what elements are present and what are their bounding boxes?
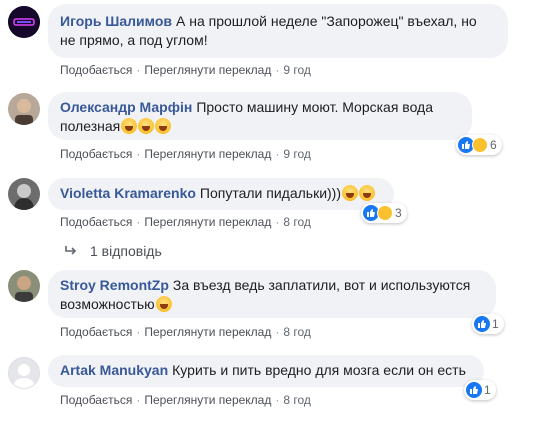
comment-time[interactable]: 8 год [283,325,311,339]
comment-text: не прямо, а под углом! [60,32,208,48]
grinning-emoji-icon [155,296,172,312]
reaction-count: 6 [490,138,497,152]
comment-bubble: Олександр Марфін Просто машину моют. Морс… [48,92,472,140]
comment-text: А на прошлой неделе "Запорожец" въехал, … [176,13,477,29]
like-button[interactable]: Подобається [60,147,132,161]
separator: · [275,147,280,161]
see-translation-link[interactable]: Переглянути переклад [144,393,271,407]
comment-time[interactable]: 9 год [283,63,311,77]
like-button[interactable]: Подобається [60,393,132,407]
see-translation-link[interactable]: Переглянути переклад [144,215,271,229]
like-button[interactable]: Подобається [60,215,132,229]
separator: · [275,215,280,229]
comment-time[interactable]: 8 год [283,393,311,407]
reaction-count: 3 [395,206,402,220]
comment-actions: Подобається · Переглянути переклад · 9 год [60,62,311,78]
avatar-woman-photo-icon [8,178,40,210]
like-reaction-icon [474,316,490,332]
see-translation-link[interactable]: Переглянути переклад [144,325,271,339]
reaction-summary[interactable]: 3 [361,203,407,223]
comment-actions: Подобається · Переглянути переклад · 8 год [60,214,311,230]
comment-actions: Подобається · Переглянути переклад · 8 год [60,324,311,340]
separator: · [136,147,141,161]
laughing-emoji-icon [121,118,138,134]
comment-bubble: Stroy RemontZp За въезд ведь заплатили, в… [48,270,496,318]
comment-text: Просто машину моют. Морская вода [196,99,434,115]
laughing-emoji-icon [155,118,172,134]
reaction-count: 1 [492,317,499,331]
comment-text: Курить и пить вредно для мозга если он е… [172,362,466,378]
view-replies-link[interactable]: 1 відповідь [64,243,162,259]
avatar-man-photo-icon [8,270,40,302]
separator: · [136,325,141,339]
separator: · [136,63,141,77]
comment-author[interactable]: Violetta Kramarenko [60,185,196,201]
like-reaction-icon [466,382,482,398]
reaction-summary[interactable]: 1 [464,380,496,400]
laughing-emoji-icon [138,118,155,134]
avatar[interactable] [8,270,40,302]
comment-author[interactable]: Artak Manukyan [60,362,168,378]
haha-reaction-icon [377,205,393,221]
avatar[interactable] [8,6,40,38]
reaction-summary[interactable]: 6 [456,135,502,155]
comment-text: полезная [60,118,121,134]
default-avatar-icon [13,364,35,388]
avatar-neon-logo-icon [8,6,40,38]
comment-text: За въезд ведь заплатили, вот и использую… [172,277,471,293]
avatar[interactable] [8,357,40,389]
see-translation-link[interactable]: Переглянути переклад [144,147,271,161]
comment-text: Попутали пидальки))) [199,185,342,201]
comment-author[interactable]: Stroy RemontZp [60,277,169,293]
rofl-emoji-icon [359,185,376,201]
separator: · [275,393,280,407]
separator: · [275,325,280,339]
comment-bubble: Violetta Kramarenko Попутали пидальки))) [48,178,394,210]
separator: · [136,393,141,407]
comment-time[interactable]: 8 год [283,215,311,229]
see-translation-link[interactable]: Переглянути переклад [144,63,271,77]
separator: · [275,63,280,77]
haha-reaction-icon [472,137,488,153]
comment-bubble: Artak Manukyan Курить и пить вредно для м… [48,355,484,387]
like-button[interactable]: Подобається [60,63,132,77]
comment-text: возможностью [60,296,155,312]
replies-count-label[interactable]: 1 відповідь [90,243,162,259]
separator: · [136,215,141,229]
rofl-emoji-icon [342,185,359,201]
avatar-man-photo-icon [8,93,40,125]
comment-time[interactable]: 9 год [283,147,311,161]
like-button[interactable]: Подобається [60,325,132,339]
avatar[interactable] [8,178,40,210]
comment-actions: Подобається · Переглянути переклад · 8 год [60,392,311,408]
reply-arrow-icon [65,246,77,255]
avatar[interactable] [8,93,40,125]
comment-bubble: Игорь Шалимов А на прошлой неделе "Запоро… [48,4,508,58]
reaction-summary[interactable]: 1 [472,314,504,334]
reaction-count: 1 [484,383,491,397]
comment-actions: Подобається · Переглянути переклад · 9 год [60,146,311,162]
comment-author[interactable]: Игорь Шалимов [60,13,172,29]
comment-author[interactable]: Олександр Марфін [60,99,192,115]
